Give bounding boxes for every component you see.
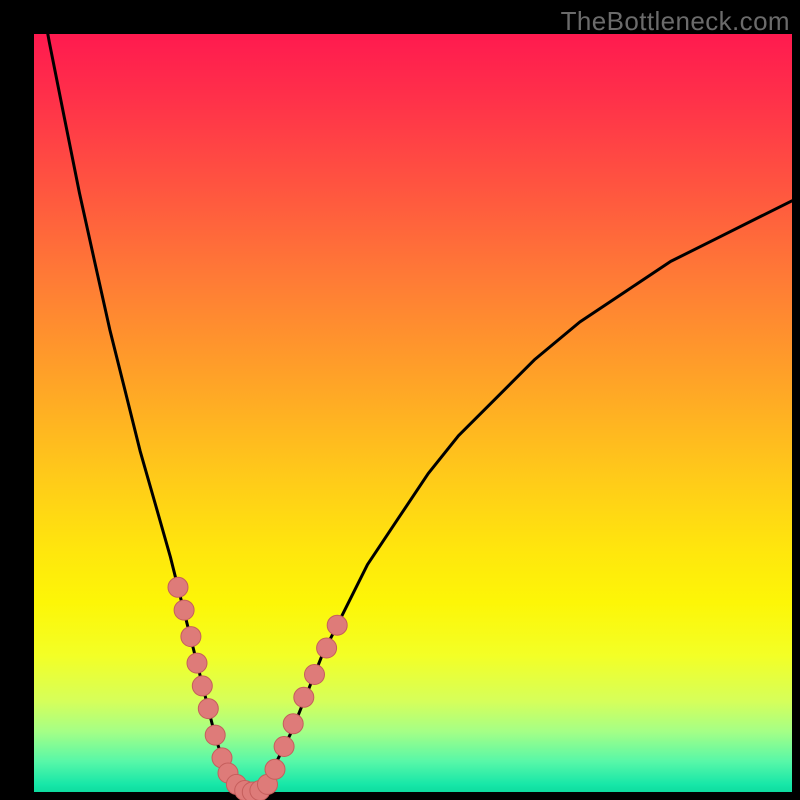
curve-sample-dot (174, 600, 194, 620)
bottleneck-curve (34, 0, 792, 792)
curve-sample-dots (168, 577, 347, 800)
curve-sample-dot (305, 665, 325, 685)
chart-overlay (0, 0, 800, 800)
bottleneck-curve-path (34, 0, 792, 792)
curve-sample-dot (205, 725, 225, 745)
curve-sample-dot (192, 676, 212, 696)
curve-sample-dot (294, 687, 314, 707)
curve-sample-dot (283, 714, 303, 734)
curve-sample-dot (317, 638, 337, 658)
chart-stage: TheBottleneck.com (0, 0, 800, 800)
curve-sample-dot (187, 653, 207, 673)
curve-sample-dot (274, 737, 294, 757)
curve-sample-dot (327, 615, 347, 635)
curve-sample-dot (168, 577, 188, 597)
curve-sample-dot (198, 699, 218, 719)
curve-sample-dot (181, 627, 201, 647)
curve-sample-dot (265, 759, 285, 779)
